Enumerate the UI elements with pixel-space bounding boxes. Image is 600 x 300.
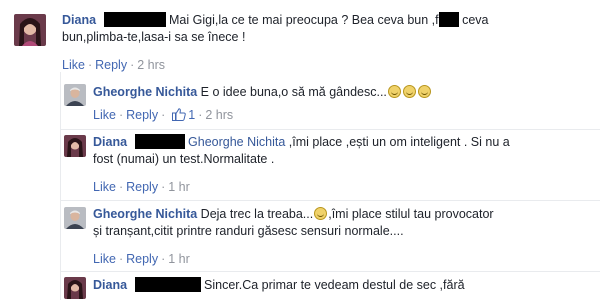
reaction-count[interactable]: 1: [168, 108, 195, 122]
divider: [60, 129, 600, 130]
avatar[interactable]: [64, 135, 86, 157]
comment-text-cont: ,îmi place stilul tau provocator: [328, 207, 494, 221]
comment-author[interactable]: Gheorghe Nichita: [93, 207, 197, 221]
avatar[interactable]: [64, 84, 86, 106]
grin-emoji-icon: [402, 85, 416, 98]
like-button[interactable]: Like: [93, 108, 116, 122]
comment-author[interactable]: Gheorghe Nichita: [93, 85, 197, 99]
comment-text: E o idee buna,o să mă gândesc...: [200, 85, 387, 99]
avatar[interactable]: [64, 207, 86, 229]
like-button[interactable]: Like: [93, 252, 116, 266]
timestamp[interactable]: 2 hrs: [137, 58, 165, 72]
comment-text: ,îmi place ,ești un om inteligent . Si n…: [285, 135, 510, 149]
comment-text: Mai Gigi,la ce te mai preocupa ? Bea cev…: [169, 13, 439, 27]
grin-emoji-icon: [387, 85, 401, 98]
reply-button[interactable]: Reply: [126, 180, 158, 194]
comment-text: Deja trec la treaba...: [200, 207, 314, 221]
reply-button[interactable]: Reply: [95, 58, 127, 72]
comment-text-line2: bun,plimba-te,lasa-i sa se înece !: [62, 30, 246, 44]
divider: [60, 200, 600, 201]
timestamp[interactable]: 2 hrs: [205, 108, 233, 122]
avatar[interactable]: [14, 14, 46, 46]
comment-author[interactable]: Diana: [93, 135, 127, 149]
comment-text-line2: fost (numai) un test.Normalitate .: [93, 152, 275, 166]
redacted-word: [438, 12, 459, 27]
mention-link[interactable]: Gheorghe Nichita: [188, 135, 285, 149]
timestamp[interactable]: 1 hr: [168, 180, 190, 194]
comment-text-tail: ceva: [458, 13, 489, 27]
comment-author[interactable]: Diana: [93, 278, 127, 292]
grin-emoji-icon: [314, 207, 328, 220]
avatar[interactable]: [64, 277, 86, 299]
reply-button[interactable]: Reply: [126, 108, 158, 122]
thread-line: [60, 72, 61, 300]
divider: [60, 271, 600, 272]
timestamp[interactable]: 1 hr: [168, 252, 190, 266]
comment-text-line2: și tranșant,citit printre randuri găsesc…: [93, 224, 404, 238]
comment-author[interactable]: Diana: [62, 13, 96, 27]
comment-text: Sincer.Ca primar te vedeam destul de sec…: [204, 278, 465, 292]
like-button[interactable]: Like: [93, 180, 116, 194]
likes-count: 1: [188, 108, 196, 122]
redacted-name: [103, 12, 166, 27]
grin-emoji-icon: [417, 85, 431, 98]
redacted-name: [134, 134, 185, 149]
thumbs-up-icon: [172, 108, 186, 121]
redacted-name: [134, 277, 201, 292]
reply-button[interactable]: Reply: [126, 252, 158, 266]
like-button[interactable]: Like: [62, 58, 85, 72]
